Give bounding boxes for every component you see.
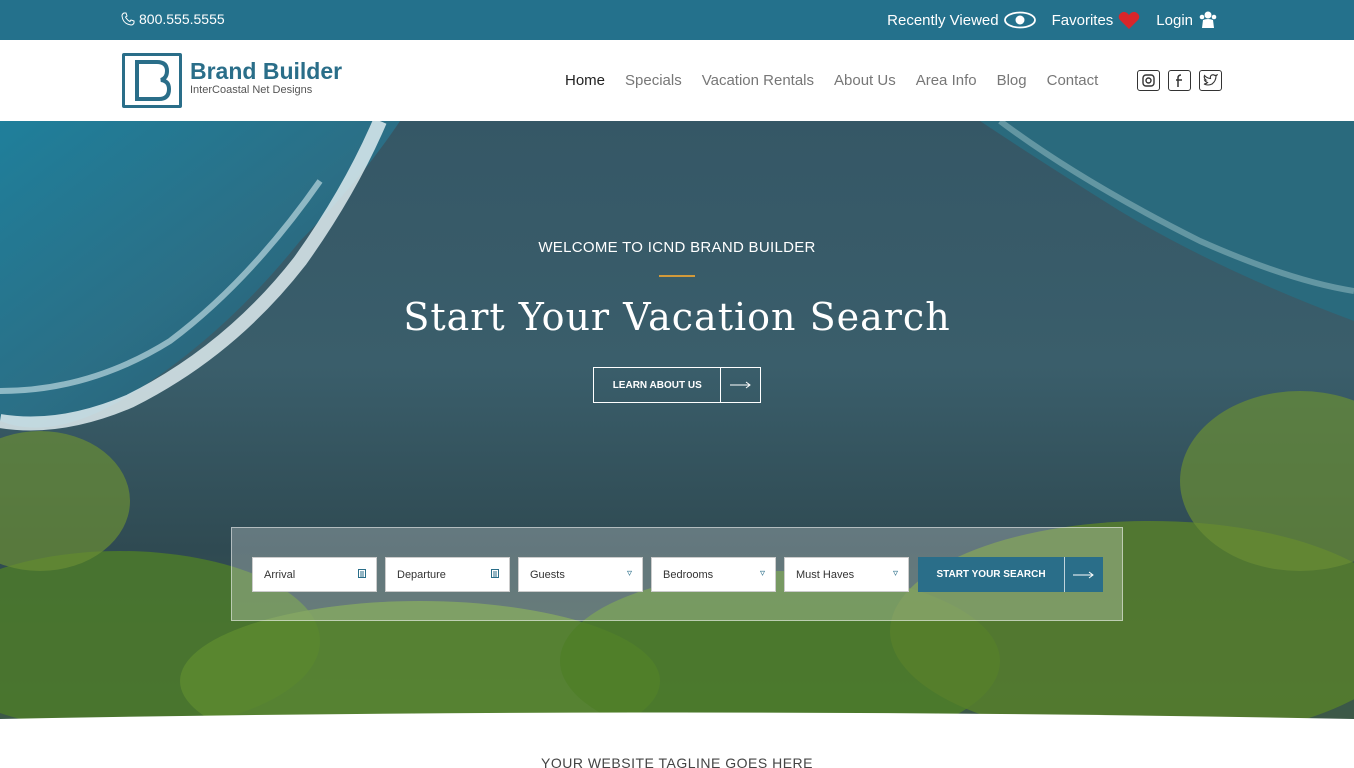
chevron-down-icon: ▿ — [892, 568, 898, 579]
arrival-field[interactable]: Arrival — [252, 557, 377, 592]
twitter-icon[interactable] — [1199, 70, 1222, 91]
facebook-icon[interactable] — [1168, 70, 1191, 91]
eye-icon — [1003, 11, 1036, 29]
hero-headline: Start Your Vacation Search — [403, 295, 951, 339]
users-icon — [1199, 11, 1217, 28]
social-links — [1137, 70, 1222, 91]
bedrooms-label: Bedrooms — [663, 568, 714, 581]
instagram-icon[interactable] — [1137, 70, 1160, 91]
heading-divider — [659, 275, 695, 277]
phone-number: 800.555.5555 — [139, 11, 225, 27]
start-search-button[interactable]: START YOUR SEARCH — [918, 557, 1103, 592]
bedrooms-select[interactable]: Bedrooms ▿ — [651, 557, 776, 592]
heart-icon — [1119, 11, 1140, 29]
welcome-heading: WELCOME TO ICND BRAND BUILDER — [538, 239, 816, 256]
login-label: Login — [1156, 11, 1193, 29]
hero-section: WELCOME TO ICND BRAND BUILDER Start Your… — [0, 121, 1354, 733]
arrow-right-icon — [720, 367, 760, 403]
nav-item-contact[interactable]: Contact — [1047, 72, 1099, 89]
start-search-label: START YOUR SEARCH — [936, 569, 1046, 580]
top-bar: 800.555.5555 Recently Viewed Favorites L… — [0, 0, 1354, 40]
nav-item-blog[interactable]: Blog — [997, 72, 1027, 89]
recently-viewed-label: Recently Viewed — [887, 11, 999, 29]
departure-label: Departure — [397, 568, 446, 581]
phone-icon — [121, 12, 135, 26]
login-link[interactable]: Login — [1156, 10, 1218, 30]
must-haves-label: Must Haves — [796, 568, 855, 581]
logo-text[interactable]: Brand Builder InterCoastal Net Designs — [190, 59, 342, 97]
main-nav: Home Specials Vacation Rentals About Us … — [565, 72, 1098, 89]
favorites-label: Favorites — [1051, 11, 1114, 29]
search-panel: Arrival Departure Guests ▿ Bedrooms ▿ Mu… — [231, 527, 1123, 621]
nav-item-vacation-rentals[interactable]: Vacation Rentals — [702, 72, 814, 89]
hero-background — [0, 121, 1354, 733]
nav-item-area-info[interactable]: Area Info — [916, 72, 977, 89]
learn-about-us-label: LEARN ABOUT US — [612, 379, 702, 391]
calendar-icon — [358, 568, 366, 581]
arrival-label: Arrival — [264, 568, 296, 581]
nav-item-home[interactable]: Home — [565, 72, 605, 89]
chevron-down-icon: ▿ — [759, 568, 765, 579]
nav-item-specials[interactable]: Specials — [625, 72, 682, 89]
recently-viewed-link[interactable]: Recently Viewed — [887, 11, 1036, 29]
brand-subtitle: InterCoastal Net Designs — [190, 84, 313, 96]
guests-label: Guests — [530, 568, 565, 581]
guests-select[interactable]: Guests ▿ — [518, 557, 643, 592]
calendar-icon — [491, 568, 499, 581]
brand-name: Brand Builder — [190, 58, 343, 84]
site-header: Brand Builder InterCoastal Net Designs H… — [0, 40, 1354, 121]
learn-about-us-button[interactable]: LEARN ABOUT US — [593, 367, 761, 403]
must-haves-select[interactable]: Must Haves ▿ — [784, 557, 909, 592]
site-tagline: YOUR WEBSITE TAGLINE GOES HERE — [541, 755, 813, 768]
departure-field[interactable]: Departure — [385, 557, 510, 592]
favorites-link[interactable]: Favorites — [1052, 11, 1141, 30]
arrow-right-icon — [1064, 557, 1103, 592]
chevron-down-icon: ▿ — [626, 568, 632, 579]
logo-icon[interactable] — [122, 53, 182, 108]
nav-item-about-us[interactable]: About Us — [834, 72, 896, 89]
phone-link[interactable]: 800.555.5555 — [121, 11, 225, 27]
